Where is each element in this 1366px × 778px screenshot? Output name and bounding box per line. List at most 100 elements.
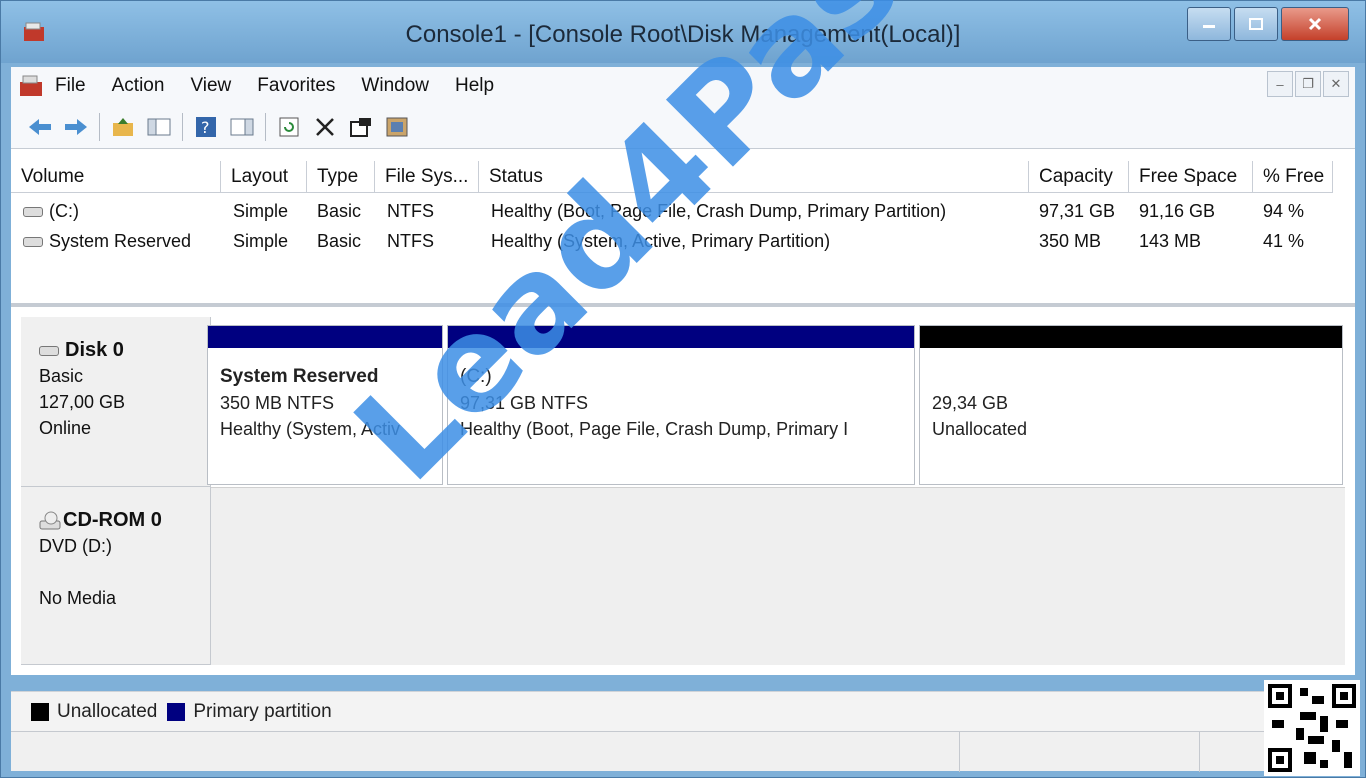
volume-file-system: NTFS: [387, 201, 434, 221]
partition-status: Healthy (System, Activ: [220, 419, 401, 439]
unallocated-swatch: [31, 702, 49, 721]
menu-help[interactable]: Help: [455, 75, 494, 97]
menu-favorites[interactable]: Favorites: [257, 75, 335, 97]
column-header-free-space[interactable]: Free Space: [1129, 161, 1253, 193]
disk-state: Online: [39, 418, 92, 438]
legend-primary-partition: Primary partition: [193, 700, 332, 722]
cdrom-0-label[interactable]: CD-ROM 0 DVD (D:) No Media: [21, 487, 211, 665]
disk-icon: [39, 346, 59, 357]
mdi-restore-button[interactable]: ❐: [1295, 71, 1321, 97]
cdrom-icon: [39, 511, 61, 530]
partition-system-reserved[interactable]: System Reserved 350 MB NTFS Healthy (Sys…: [207, 325, 443, 485]
properties-icon: [350, 117, 371, 137]
back-arrow-icon: [29, 118, 51, 135]
partition-unallocated[interactable]: 29,34 GB Unallocated: [919, 325, 1343, 485]
svg-text:?: ?: [201, 118, 210, 137]
up-folder-button[interactable]: [108, 112, 138, 142]
primary-partition-swatch: [167, 702, 186, 721]
cdrom-area: [211, 487, 1345, 665]
properties-button[interactable]: [346, 112, 376, 142]
close-button[interactable]: [1281, 7, 1349, 41]
mmc-window: Console1 - [Console Root\Disk Management…: [0, 0, 1366, 778]
volume-type: Basic: [317, 201, 362, 221]
forward-button[interactable]: [61, 112, 91, 142]
primary-partition-bar: [208, 326, 442, 348]
disk-0-label[interactable]: Disk 0 Basic 127,00 GB Online: [21, 317, 211, 487]
cdrom-name: CD-ROM 0: [63, 509, 162, 531]
delete-button[interactable]: [310, 112, 340, 142]
partition-status: Healthy (Boot, Page File, Crash Dump, Pr…: [460, 419, 849, 439]
maximize-button[interactable]: [1234, 7, 1278, 41]
cdrom-state: No Media: [39, 588, 117, 608]
mdi-close-button[interactable]: ✕: [1323, 71, 1349, 97]
close-icon: [1308, 17, 1322, 31]
console-tree-icon: [147, 118, 171, 135]
column-header-status[interactable]: Status: [479, 161, 1029, 193]
drive-icon: [23, 237, 43, 248]
qr-code: [1264, 680, 1360, 776]
volume-capacity: 97,31 GB: [1039, 201, 1116, 221]
disk-type: Basic: [39, 366, 84, 386]
menu-view[interactable]: View: [190, 75, 231, 97]
menu-action[interactable]: Action: [112, 75, 165, 97]
help-button[interactable]: ?: [191, 112, 221, 142]
show-hide-action-pane-button[interactable]: [227, 112, 257, 142]
partition-c[interactable]: (C:) 97,31 GB NTFS Healthy (Boot, Page F…: [447, 325, 915, 485]
window-title: Console1 - [Console Root\Disk Management…: [405, 21, 961, 48]
volume-file-system: NTFS: [387, 231, 434, 251]
toolbar: ?: [11, 105, 1355, 149]
disk-settings-icon: [386, 117, 408, 136]
delete-icon: [316, 117, 334, 136]
volume-percent-free: 41 %: [1263, 231, 1305, 251]
refresh-button[interactable]: [274, 112, 304, 142]
disk-graphical-view: Disk 0 Basic 127,00 GB Online System Res…: [11, 307, 1355, 675]
show-hide-tree-button[interactable]: [144, 112, 174, 142]
primary-partition-bar: [448, 326, 914, 348]
column-header-percent-free[interactable]: % Free: [1253, 161, 1333, 193]
menu-file[interactable]: File: [55, 75, 86, 97]
volume-capacity: 350 MB: [1039, 231, 1102, 251]
column-header-capacity[interactable]: Capacity: [1029, 161, 1129, 193]
disk-size: 127,00 GB: [39, 392, 126, 412]
unallocated-bar: [920, 326, 1342, 348]
volume-free-space: 91,16 GB: [1139, 201, 1216, 221]
legend-unallocated: Unallocated: [57, 700, 158, 722]
partition-size: 97,31 GB NTFS: [460, 393, 589, 413]
volume-status: Healthy (Boot, Page File, Crash Dump, Pr…: [491, 201, 947, 221]
volume-status: Healthy (System, Active, Primary Partiti…: [491, 231, 831, 251]
volume-free-space: 143 MB: [1139, 231, 1202, 251]
volume-layout: Simple: [233, 201, 289, 221]
partition-size: 350 MB NTFS: [220, 393, 335, 413]
menu-window[interactable]: Window: [361, 75, 429, 97]
refresh-icon: [279, 117, 299, 136]
back-button[interactable]: [25, 112, 55, 142]
column-header-file-system[interactable]: File Sys...: [375, 161, 479, 193]
volume-name: (C:): [49, 201, 79, 221]
mdi-minimize-button[interactable]: –: [1267, 71, 1293, 97]
title-bar[interactable]: Console1 - [Console Root\Disk Management…: [1, 1, 1365, 63]
volume-type: Basic: [317, 231, 362, 251]
console-icon: [20, 75, 42, 96]
partition-title: (C:): [460, 366, 492, 387]
volume-layout: Simple: [233, 231, 289, 251]
status-bar: [11, 731, 1355, 772]
menu-bar: File Action View Favorites Window Help –…: [11, 67, 1355, 105]
disk-name: Disk 0: [65, 339, 124, 361]
column-header-layout[interactable]: Layout: [221, 161, 307, 193]
cdrom-type: DVD (D:): [39, 536, 112, 556]
volume-list: Volume Layout Type File Sys... Status Ca…: [11, 149, 1355, 307]
partition-status: Unallocated: [932, 419, 1028, 439]
minimize-icon: [1203, 25, 1215, 28]
minimize-button[interactable]: [1187, 7, 1231, 41]
folder-up-icon: [113, 117, 133, 136]
partition-size: 29,34 GB: [932, 393, 1009, 413]
partition-title: System Reserved: [220, 366, 379, 387]
action-pane-icon: [230, 118, 254, 135]
disk-settings-button[interactable]: [382, 112, 412, 142]
column-header-type[interactable]: Type: [307, 161, 375, 193]
help-icon: ?: [196, 116, 216, 137]
forward-arrow-icon: [65, 118, 87, 135]
partition-title: [932, 364, 1342, 390]
column-header-volume[interactable]: Volume: [11, 161, 221, 193]
drive-icon: [23, 207, 43, 218]
